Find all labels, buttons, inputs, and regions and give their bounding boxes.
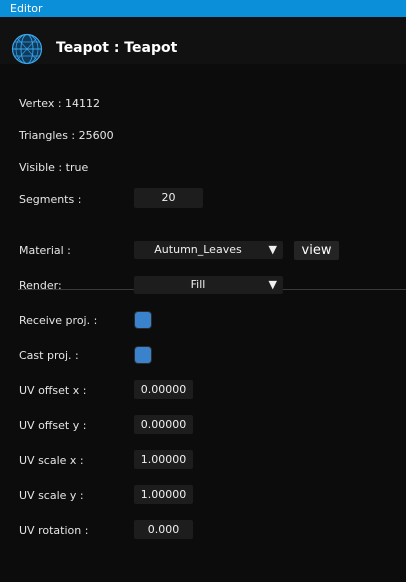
object-title: Teapot : Teapot xyxy=(56,40,178,56)
render-label: Render: xyxy=(19,279,62,292)
triangle-count: Triangles : 25600 xyxy=(19,129,114,142)
render-value: Fill xyxy=(190,278,206,291)
segments-label: Segments : xyxy=(19,193,82,206)
uv-rotation-label: UV rotation : xyxy=(19,524,89,537)
material-view-button[interactable]: view xyxy=(294,241,339,260)
uv-scale-y-input[interactable]: 1.00000 xyxy=(134,485,193,504)
visible-status: Visible : true xyxy=(19,161,89,174)
uv-offset-x-label: UV offset x : xyxy=(19,384,87,397)
cast-proj-checkbox[interactable] xyxy=(135,347,151,363)
material-value: Autumn_Leaves xyxy=(154,243,242,256)
cast-proj-label: Cast proj. : xyxy=(19,349,79,362)
vertex-count: Vertex : 14112 xyxy=(19,97,101,110)
uv-scale-x-label: UV scale x : xyxy=(19,454,84,467)
uv-offset-y-label: UV offset y : xyxy=(19,419,87,432)
render-dropdown[interactable]: Fill ▼ xyxy=(134,276,283,294)
uv-offset-x-input[interactable]: 0.00000 xyxy=(134,380,193,399)
material-label: Material : xyxy=(19,244,71,257)
properties-panel: Vertex : 14112 Triangles : 25600 Visible… xyxy=(0,64,406,582)
segments-input[interactable]: 20 xyxy=(134,188,203,208)
sphere-icon xyxy=(11,33,43,65)
receive-proj-label: Receive proj. : xyxy=(19,314,98,327)
chevron-down-icon: ▼ xyxy=(268,243,277,256)
uv-offset-y-input[interactable]: 0.00000 xyxy=(134,415,193,434)
receive-proj-checkbox[interactable] xyxy=(135,312,151,328)
window-title: Editor xyxy=(10,2,43,15)
window-titlebar: Editor xyxy=(0,0,406,17)
uv-scale-x-input[interactable]: 1.00000 xyxy=(134,450,193,469)
uv-rotation-input[interactable]: 0.000 xyxy=(134,520,193,539)
material-dropdown[interactable]: Autumn_Leaves ▼ xyxy=(134,241,283,259)
chevron-down-icon: ▼ xyxy=(268,278,277,291)
object-header: Teapot : Teapot xyxy=(0,17,406,65)
uv-scale-y-label: UV scale y : xyxy=(19,489,84,502)
